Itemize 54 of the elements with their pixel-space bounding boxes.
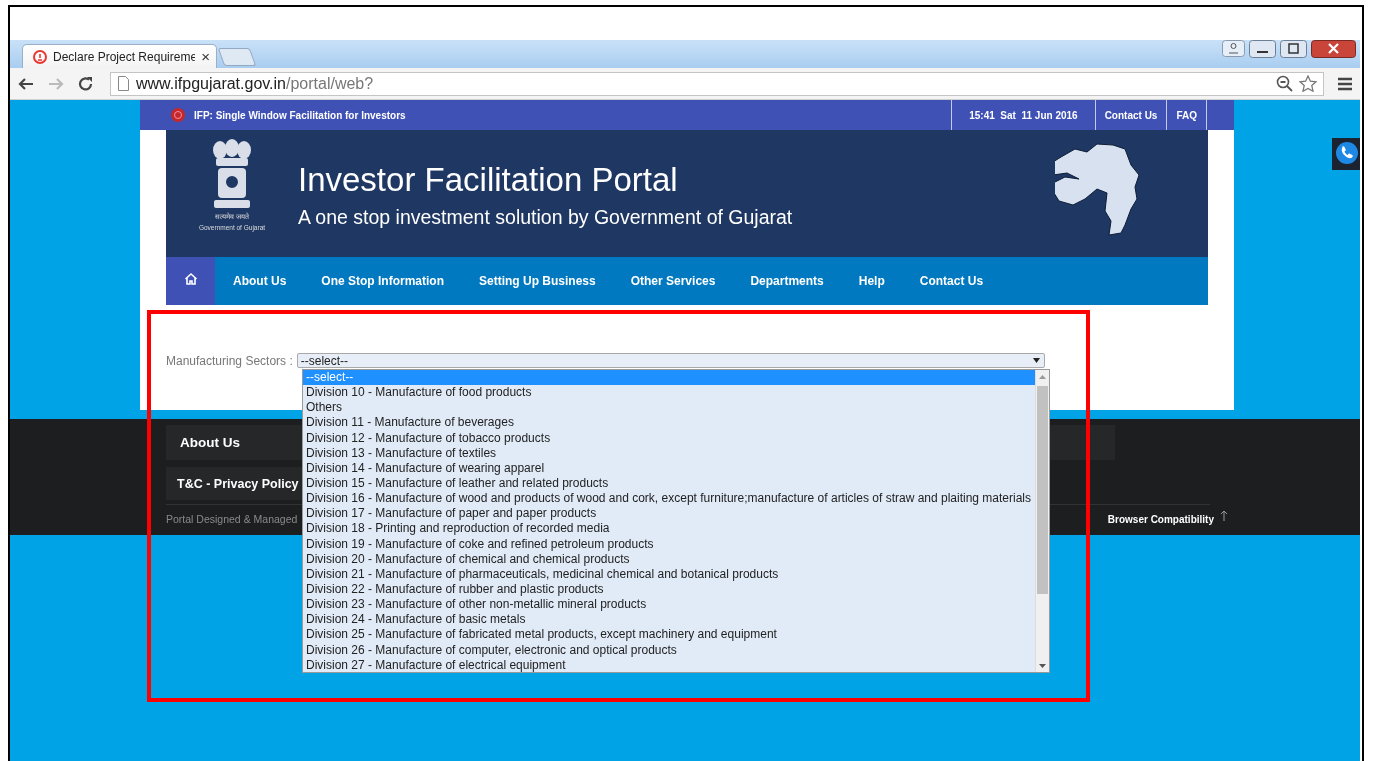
field-label: Manufacturing Sectors : (166, 353, 293, 368)
close-tab-button[interactable]: × (201, 49, 210, 64)
up-arrow-icon[interactable] (1220, 510, 1228, 522)
dropdown-option[interactable]: Division 26 - Manufacture of computer, electronic and optical products (303, 642, 1035, 658)
phone-icon[interactable] (1332, 138, 1360, 170)
dropdown-option[interactable]: Division 12 - Manufacture of tobacco products (303, 430, 1035, 446)
emblem-icon (170, 107, 186, 123)
dropdown-option[interactable]: Division 19 - Manufacture of coke and refined petroleum products (303, 536, 1035, 552)
portal-title: Investor Facilitation Portal (298, 160, 679, 200)
sector-dropdown[interactable]: --select-- (296, 353, 1045, 368)
star-icon[interactable] (1299, 75, 1317, 92)
dropdown-option[interactable]: Division 25 - Manufacture of fabricated metal products, except machinery and equipment (303, 627, 1035, 643)
nav-link[interactable]: Help (858, 274, 885, 288)
zoom-out-icon[interactable] (1276, 75, 1293, 92)
dropdown-option[interactable]: Division 20 - Manufacture of chemical and chemical products (303, 551, 1035, 567)
dropdown-option[interactable]: Others (303, 400, 1035, 416)
dropdown-option[interactable]: Division 22 - Manufacture of rubber and plastic products (303, 581, 1035, 598)
minimize-button[interactable] (1249, 40, 1276, 58)
nav-link[interactable]: Contact Us (919, 274, 984, 288)
dropdown-option[interactable]: Division 15 - Manufacture of leather and related products (303, 476, 1035, 492)
dropdown-option[interactable]: Division 11 - Manufacture of beverages (303, 415, 1035, 431)
address-field[interactable]: www.ifpgujarat.gov.in/portal/web? (110, 71, 1324, 96)
site-icon (33, 49, 47, 64)
menu-icon[interactable] (1338, 76, 1352, 91)
credit-text: Portal Designed & Managed (166, 513, 298, 525)
dropdown-option[interactable]: Division 18 - Printing and reproduction of recorded media (303, 521, 1035, 537)
home-button[interactable] (166, 257, 215, 305)
dropdown-option[interactable]: Division 23 - Manufacture of other non-metallic mineral products (303, 597, 1035, 613)
home-icon (183, 272, 198, 286)
reload-icon[interactable] (78, 75, 94, 92)
dropdown-option[interactable]: Division 10 - Manufacture of food products (303, 385, 1035, 401)
dropdown-option[interactable]: Division 13 - Manufacture of textiles (303, 445, 1035, 461)
close-button[interactable] (1311, 40, 1356, 58)
nav-link[interactable]: One Stop Information (321, 274, 444, 288)
dropdown-option[interactable]: Division 24 - Manufacture of basic metals (303, 612, 1035, 628)
dropdown-option[interactable]: Division 27 - Manufacture of electrical equipment (303, 657, 1035, 672)
nav-link[interactable]: Setting Up Business (479, 274, 596, 288)
page-icon (117, 75, 130, 92)
nav-link[interactable]: Other Services (630, 274, 716, 288)
dropdown-option[interactable]: Division 16 - Manufacture of wood and products of wood and cork, except furniture;manufacture of articles of straw and plaiting materials (303, 491, 1035, 507)
portal-subtitle: A one stop investment solution by Government of Gujarat (298, 206, 793, 229)
compatibility-link[interactable]: Browser Compatibility (1107, 513, 1214, 525)
site-title: IFP: Single Window Facilitation for Investors (194, 109, 406, 121)
maximize-button[interactable] (1280, 40, 1307, 58)
nav-link[interactable]: About Us (233, 274, 287, 288)
back-icon[interactable] (18, 75, 34, 92)
scrollbar[interactable] (1035, 370, 1049, 672)
user-icon[interactable] (1222, 40, 1245, 57)
nav-link[interactable]: Departments (750, 274, 824, 288)
scroll-down-icon[interactable] (1038, 663, 1047, 669)
dropdown-option[interactable]: Division 14 - Manufacture of wearing apparel (303, 460, 1035, 476)
caret-icon (1032, 358, 1040, 363)
dropdown-option[interactable]: Division 17 - Manufacture of paper and paper products (303, 506, 1035, 522)
dropdown-option[interactable]: Division 21 - Manufacture of pharmaceuticals, medicinal chemical and botanical products (303, 566, 1035, 582)
